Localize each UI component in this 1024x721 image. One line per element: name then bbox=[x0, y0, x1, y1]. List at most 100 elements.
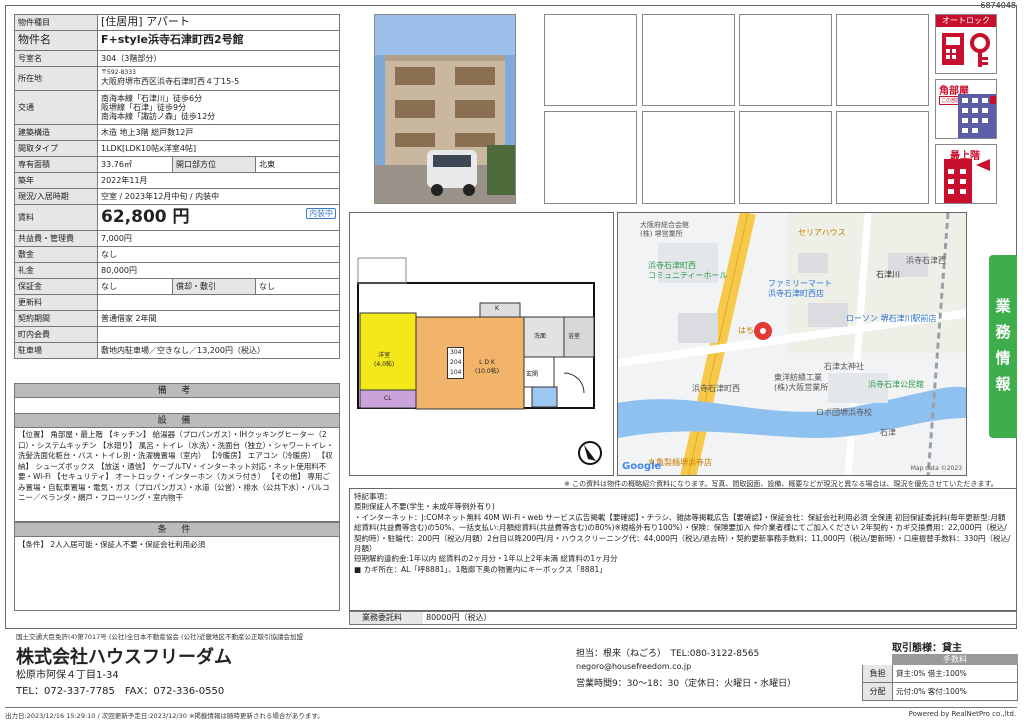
photo-slot bbox=[739, 14, 832, 106]
western-room-label: 洋室 bbox=[378, 352, 391, 359]
area-label: 専有面積 bbox=[14, 156, 98, 173]
map-label: 浜寺石津公民館 bbox=[868, 380, 924, 389]
transaction-type-box: 取引態様：貸主 手数料 負担 貸主:0% 借主:100% 分配 元付:0% 客付… bbox=[862, 639, 1018, 703]
address-value: 大阪府堺市西区浜寺石津町西４丁15-5 bbox=[101, 77, 240, 87]
company-address: 松原市阿保４丁目1-34 bbox=[16, 670, 119, 681]
map-label: ローソン 堺石津川駅前店 bbox=[846, 314, 937, 323]
footer-rule bbox=[5, 707, 1017, 708]
contact-person: 担当：根来（ねごろ） TEL:080-3122-8565 bbox=[576, 649, 760, 659]
floor-number: 104 bbox=[450, 369, 462, 376]
amortization-value: なし bbox=[255, 278, 340, 295]
status-label: 現況/入居時期 bbox=[14, 188, 98, 205]
special-line: 原則保証人不要(学生・未成年等例外有り) bbox=[354, 502, 495, 512]
fee-header: 手数料 bbox=[892, 654, 1018, 665]
key-money-value: 80,000円 bbox=[97, 262, 340, 279]
top-floor-icon: 最上階 bbox=[935, 144, 997, 204]
photo-slot bbox=[642, 14, 735, 106]
facilities-text: 【位置】 角部屋・最上階 【キッチン】 給湯器（プロパンガス）・IHクッキングヒ… bbox=[14, 428, 340, 522]
google-logo: Google bbox=[622, 461, 662, 472]
special-line: ・インターネット：J:COMネット無料 40M Wi-Fi・web サービス広告… bbox=[354, 512, 1011, 554]
contract-value: 普通借家 2年間 bbox=[97, 310, 340, 327]
commission-value: 80000円（税込） bbox=[426, 613, 492, 622]
map-text: ファミリーマート bbox=[768, 279, 832, 288]
map-label: 浜寺石津町西 bbox=[692, 384, 740, 393]
map-label: 石津川 bbox=[876, 270, 900, 279]
traffic-line: 阪堺線「石津」徒歩9分 bbox=[101, 102, 187, 112]
map-copyright: Map data ©2023 bbox=[910, 465, 962, 472]
map-label: 石津太神社 bbox=[824, 362, 864, 371]
name-label: 物件名 bbox=[14, 30, 98, 51]
traffic-label: 交通 bbox=[14, 90, 98, 125]
rent-label: 賃料 bbox=[14, 204, 98, 231]
direction-label: 開口部方位 bbox=[172, 156, 256, 173]
special-notes-title: 特記事項： bbox=[354, 492, 392, 501]
room-label: 号室名 bbox=[14, 50, 98, 67]
special-line: ■ カギ所在：AL「呼8881」、1階廊下奥の物置内にキーボックス「8881」 bbox=[354, 564, 607, 574]
corner-room-icon: 角部屋 この部屋! bbox=[935, 79, 997, 139]
output-date: 出力日:2023/12/16 15:29:10 / 次回更新予定日:2023/1… bbox=[5, 712, 324, 720]
tab-char: 業 bbox=[995, 297, 1011, 315]
parking-value: 敷地内駐車場／空きなし／13,200円（税込） bbox=[97, 342, 340, 359]
powered-by: Powered by RealNetPro co.,ltd. bbox=[908, 710, 1016, 718]
association-value bbox=[97, 326, 340, 343]
autolock-label: オートロック bbox=[936, 15, 996, 27]
rent-value: 62,800 円 bbox=[101, 206, 190, 227]
tab-char: 報 bbox=[995, 375, 1011, 393]
layout-value: 1LDK[LDK10帖x洋室4帖] bbox=[97, 140, 340, 157]
western-room-size: (4.0帖) bbox=[374, 361, 395, 368]
company-phone: TEL：072-337-7785 FAX：072-336-0550 bbox=[16, 686, 225, 697]
ldk-room: L D K (10.0帖) bbox=[475, 359, 499, 375]
deposit-value: なし bbox=[97, 246, 340, 263]
map-text: 浜寺石津町西 bbox=[648, 261, 696, 270]
renewal-label: 更新料 bbox=[14, 294, 98, 311]
fee-value: 7,000円 bbox=[97, 230, 340, 247]
map-label: 東洋紡績工業 (株)大阪営業所 bbox=[774, 373, 828, 393]
distribution-label: 分配 bbox=[863, 683, 893, 700]
area-map[interactable]: 大阪府総合会館 (株) 堺営業所 セリアハウス 浜寺石津西 浜寺石津町西 コミュニテ… bbox=[617, 212, 967, 476]
structure-label: 建築構造 bbox=[14, 124, 98, 141]
guarantee-value: なし bbox=[97, 278, 173, 295]
type-label: 物件種目 bbox=[14, 14, 98, 31]
contact-email: negoro@housefreedom.co.jp bbox=[576, 662, 692, 671]
remarks-header: 備 考 bbox=[14, 383, 340, 398]
map-label: 浜寺石津西 bbox=[906, 256, 946, 265]
guarantee-label: 保証金 bbox=[14, 278, 98, 295]
structure-value: 木造 地上3階 総戸数12戸 bbox=[97, 124, 340, 141]
map-label: 大阪府総合会館 (株) 堺営業所 bbox=[640, 221, 689, 239]
conditions-text: 【条件】 2人入居可能・保証人不要・保証会社利用必須 bbox=[14, 537, 340, 611]
map-text: (株) 堺営業所 bbox=[640, 230, 683, 238]
map-text: コミュニティーホール bbox=[648, 271, 728, 280]
map-text: 大阪府総合会館 bbox=[640, 221, 689, 229]
floor-number: 304 bbox=[450, 349, 462, 356]
commission-row: 業務委託料 80000円（税込） bbox=[349, 611, 1017, 625]
status-value: 空室 / 2023年12月中旬 / 内装中 bbox=[97, 188, 340, 205]
kitchen-label: K bbox=[495, 305, 499, 312]
map-text: (株)大阪営業所 bbox=[774, 383, 829, 392]
special-notes: 特記事項： 原則保証人不要(学生・未成年等例外有り) ・インターネット：J:CO… bbox=[349, 488, 1017, 611]
map-label: 石津 bbox=[880, 428, 896, 437]
map-label: ファミリーマート 浜寺石津町西店 bbox=[768, 279, 832, 299]
conditions-header: 条 件 bbox=[14, 522, 340, 537]
facilities-header: 設 備 bbox=[14, 413, 340, 428]
distribution-value: 元付:0% 客付:100% bbox=[896, 687, 967, 696]
ldk-size: (10.0帖) bbox=[475, 368, 500, 375]
traffic-line: 南海本線「諏訪ノ森」徒歩12分 bbox=[101, 112, 216, 122]
business-info-tab[interactable]: 業 務 情 報 bbox=[989, 255, 1017, 438]
room-value: 304（3階部分） bbox=[97, 50, 340, 67]
photo-slot bbox=[544, 111, 637, 204]
address-label: 所在地 bbox=[14, 66, 98, 91]
photo-slot bbox=[836, 111, 929, 204]
transaction-type: 取引態様：貸主 bbox=[892, 643, 962, 654]
built-label: 築年 bbox=[14, 172, 98, 189]
ldk-label: L D K bbox=[479, 359, 495, 366]
fee-label: 共益費・管理費 bbox=[14, 230, 98, 247]
map-label: ロボ団堺浜寺校 bbox=[816, 408, 872, 417]
map-text: 東洋紡績工業 bbox=[774, 373, 822, 382]
closet-label: CL bbox=[384, 395, 392, 402]
map-label: 浜寺石津町西 コミュニティーホール bbox=[648, 261, 728, 281]
tab-char: 情 bbox=[995, 349, 1011, 367]
burden-value: 貸主:0% 借主:100% bbox=[896, 669, 967, 678]
key-money-label: 礼金 bbox=[14, 262, 98, 279]
building-photo bbox=[374, 14, 516, 204]
contract-label: 契約期間 bbox=[14, 310, 98, 327]
